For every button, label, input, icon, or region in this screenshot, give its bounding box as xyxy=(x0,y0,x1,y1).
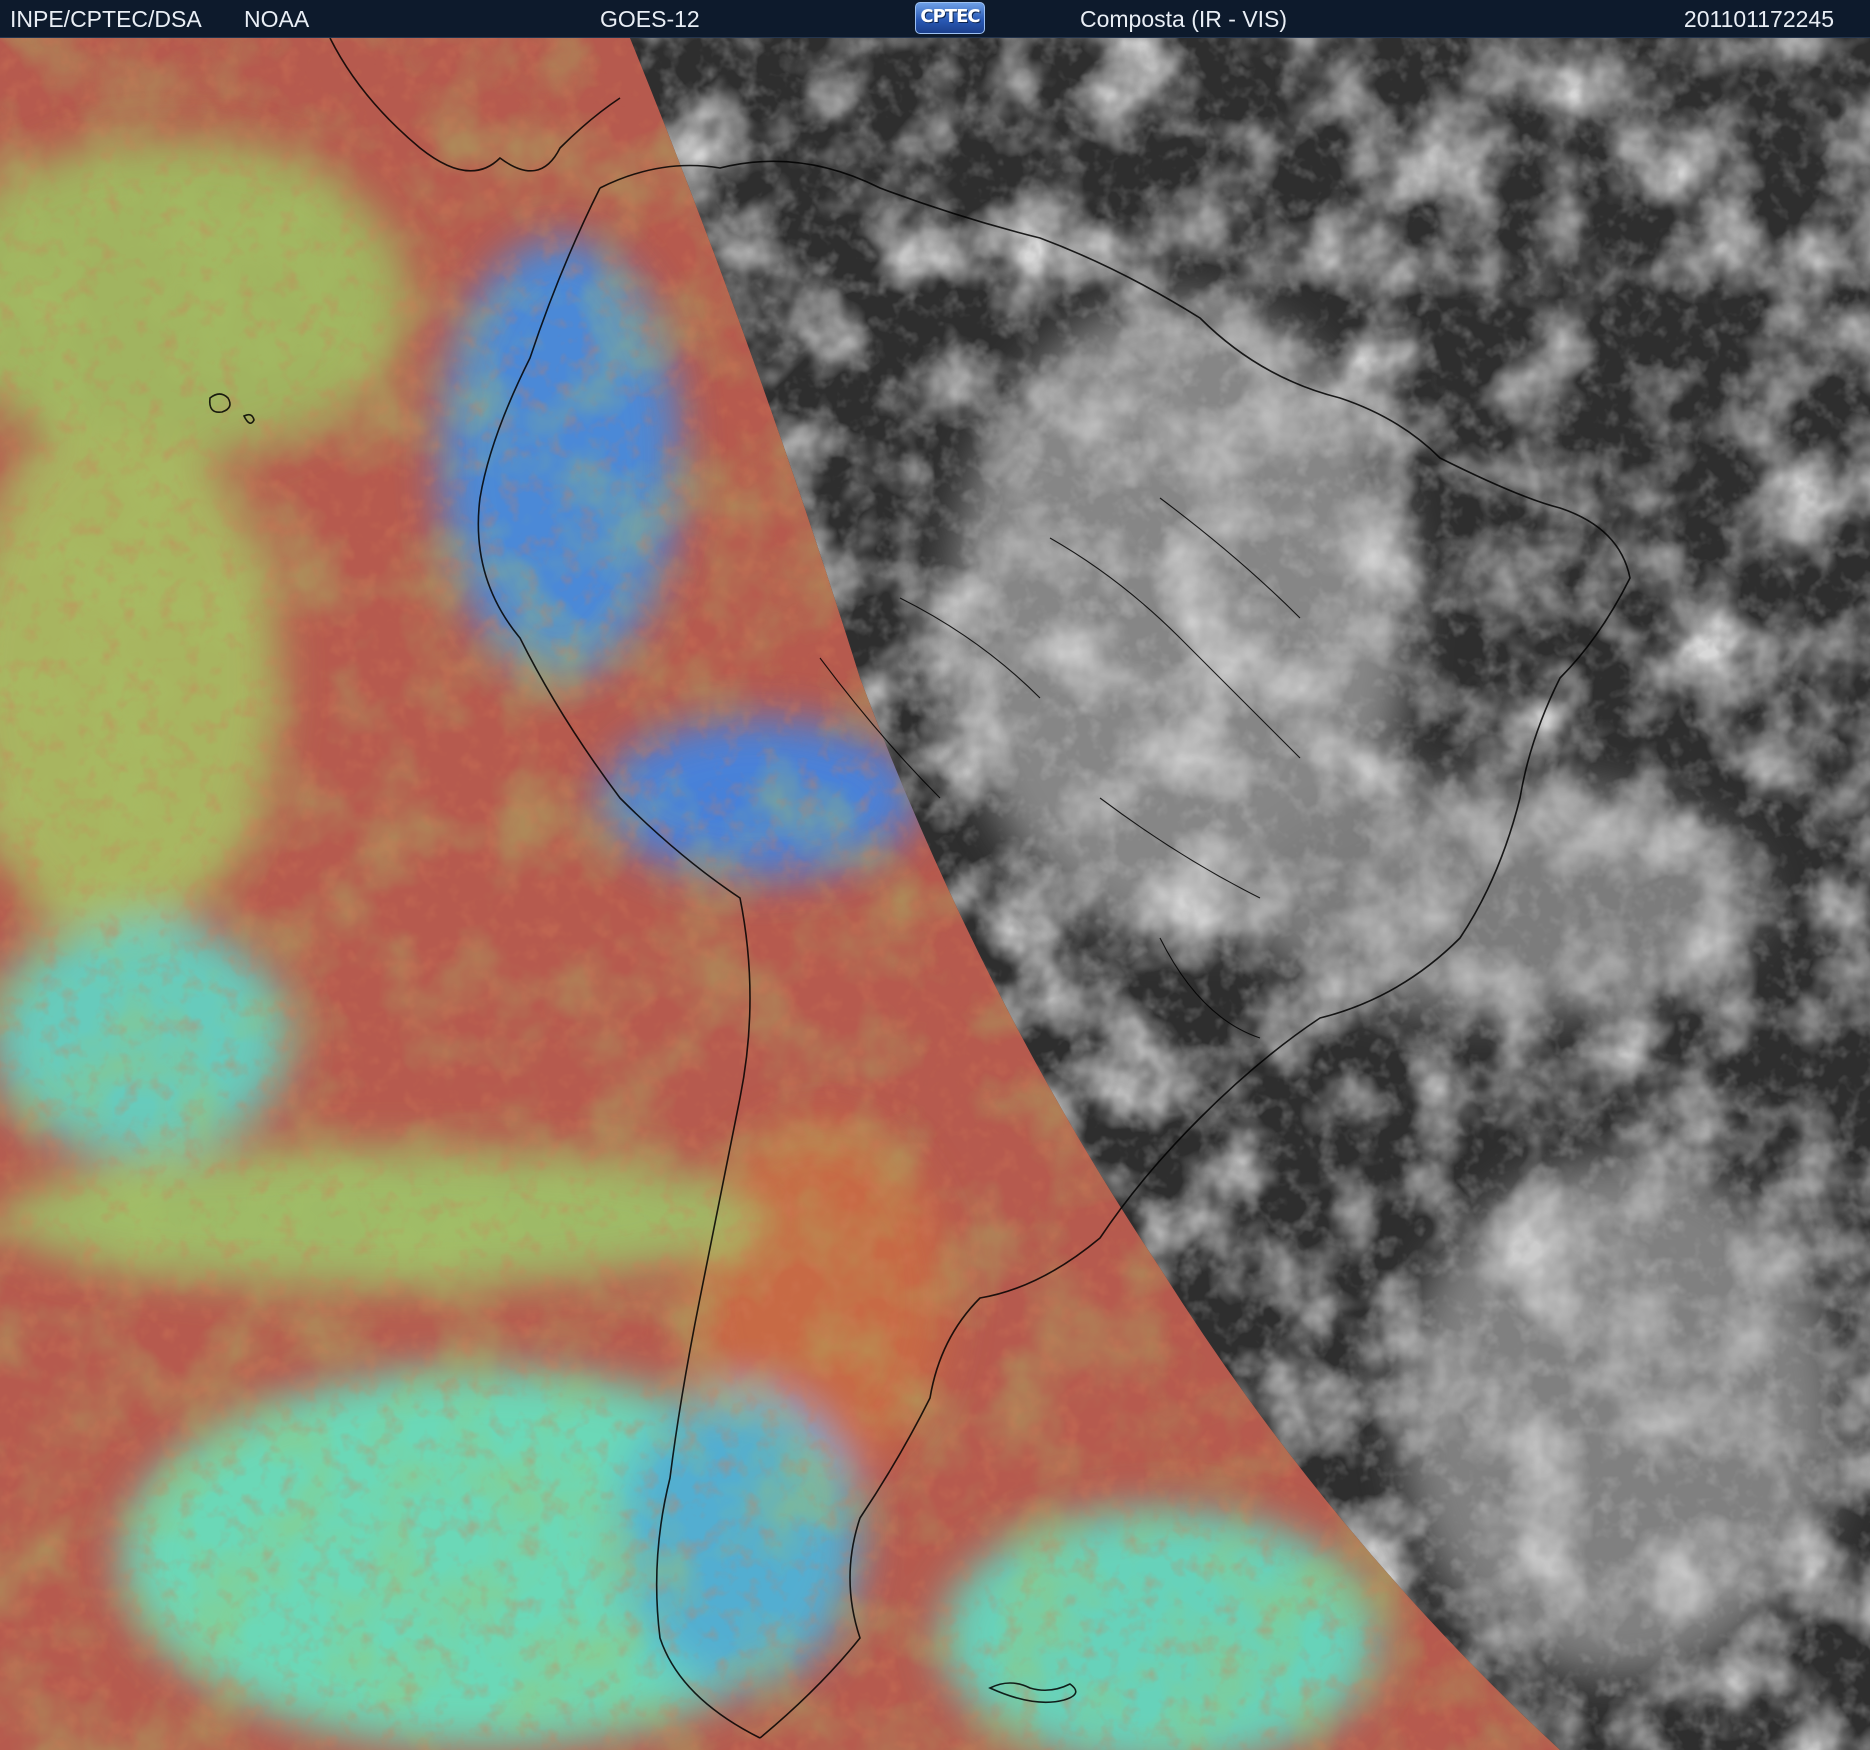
cptec-logo-text: CPTEC xyxy=(920,6,980,27)
image-header-bar: INPE/CPTEC/DSA NOAA GOES-12 CPTEC Compos… xyxy=(0,0,1870,38)
product-label: Composta (IR - VIS) xyxy=(1080,6,1288,32)
timestamp-label: 201101172245 xyxy=(1683,6,1834,32)
composite-satellite-imagery xyxy=(0,38,1870,1750)
cptec-logo: CPTEC xyxy=(915,2,985,34)
satellite-image-frame: INPE/CPTEC/DSA NOAA GOES-12 CPTEC Compos… xyxy=(0,0,1870,1750)
satellite-label: GOES-12 xyxy=(600,6,700,32)
agency-label: INPE/CPTEC/DSA xyxy=(10,6,202,32)
source-label: NOAA xyxy=(244,6,310,32)
